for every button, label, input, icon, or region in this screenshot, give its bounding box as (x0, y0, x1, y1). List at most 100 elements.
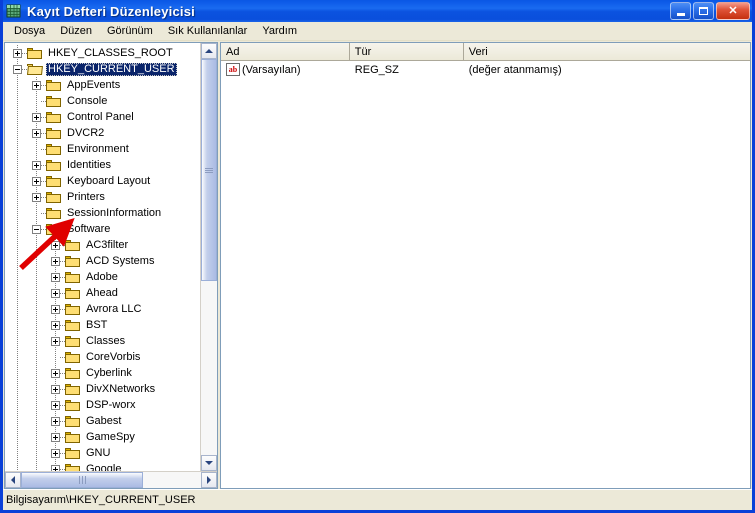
scroll-right-button[interactable] (201, 472, 217, 488)
tree-guide-line (17, 141, 18, 157)
expand-node-button[interactable] (51, 320, 60, 330)
tree-item-avrora-llc[interactable]: Avrora LLC (5, 301, 200, 317)
tree-guide-line (36, 445, 37, 461)
menu-item-help[interactable]: Yardım (255, 24, 305, 38)
menu-item-favorites[interactable]: Sık Kullanılanlar (161, 24, 256, 38)
tree-item-cyberlink[interactable]: Cyberlink (5, 365, 200, 381)
expand-node-button[interactable] (51, 256, 60, 266)
tree-item-divxnetworks[interactable]: DivXNetworks (5, 381, 200, 397)
folder-icon (46, 95, 62, 108)
value-type-cell: REG_SZ (354, 63, 399, 76)
expand-node-button[interactable] (32, 128, 41, 138)
folder-icon (27, 47, 43, 60)
expand-node-button[interactable] (51, 400, 60, 410)
minimize-button[interactable] (670, 2, 691, 20)
collapse-node-button[interactable] (13, 64, 22, 74)
scroll-down-button[interactable] (201, 455, 217, 471)
column-header-type[interactable]: Tür (349, 43, 464, 60)
tree-scroll-area: HKEY_CLASSES_ROOT HKEY_CURRENT_USER AppEve… (5, 43, 217, 471)
tree-item-console[interactable]: Console (5, 93, 200, 109)
tree-vertical-scrollbar[interactable] (200, 43, 217, 471)
expand-node-button[interactable] (51, 464, 60, 471)
tree-item-appevents[interactable]: AppEvents (5, 77, 200, 93)
tree-item-keyboard-layout[interactable]: Keyboard Layout (5, 173, 200, 189)
tree-item-hkey-current-user[interactable]: HKEY_CURRENT_USER (5, 61, 200, 77)
collapse-node-button[interactable] (32, 224, 41, 234)
tree-item-label: CoreVorbis (86, 350, 141, 363)
tree-guide-line (17, 413, 18, 429)
tree-item-gabest[interactable]: Gabest (5, 413, 200, 429)
expand-node-button[interactable] (51, 368, 60, 378)
close-button[interactable]: ✕ (716, 2, 750, 20)
tree-item-printers[interactable]: Printers (5, 189, 200, 205)
menu-item-edit[interactable]: Düzen (53, 24, 100, 38)
tree-item-bst[interactable]: BST (5, 317, 200, 333)
tree-item-acd-systems[interactable]: ACD Systems (5, 253, 200, 269)
tree-item-software[interactable]: Software (5, 221, 200, 237)
open-folder-icon (27, 63, 43, 76)
tree-item-label: SessionInformation (67, 206, 162, 219)
expand-node-button[interactable] (51, 272, 60, 282)
expand-node-button[interactable] (51, 304, 60, 314)
tree-item-dvcr2[interactable]: DVCR2 (5, 125, 200, 141)
tree-item-ahead[interactable]: Ahead (5, 285, 200, 301)
tree-item-corevorbis[interactable]: CoreVorbis (5, 349, 200, 365)
tree-guide-line (17, 93, 18, 109)
column-header-data[interactable]: Veri (463, 43, 750, 60)
hscroll-track[interactable] (21, 472, 201, 488)
values-list[interactable]: ab (Varsayılan) REG_SZ (değer atanmamış) (221, 61, 750, 488)
tree-guide-line (17, 173, 18, 189)
tree-guide-line (17, 237, 18, 253)
expand-node-button[interactable] (13, 48, 22, 58)
title-bar[interactable]: Kayıt Defteri Düzenleyicisi ✕ (3, 0, 752, 22)
tree-item-identities[interactable]: Identities (5, 157, 200, 173)
tree-item-classes[interactable]: Classes (5, 333, 200, 349)
tree-horizontal-scrollbar[interactable] (5, 471, 217, 488)
expand-node-button[interactable] (51, 416, 60, 426)
column-header-name[interactable]: Ad (221, 43, 350, 60)
tree-item-gnu[interactable]: GNU (5, 445, 200, 461)
expand-node-button[interactable] (32, 80, 41, 90)
value-data-cell: (değer atanmamış) (468, 63, 562, 76)
expand-node-button[interactable] (51, 384, 60, 394)
folder-icon (46, 143, 62, 156)
tree-item-environment[interactable]: Environment (5, 141, 200, 157)
tree-item-adobe[interactable]: Adobe (5, 269, 200, 285)
folder-icon (65, 447, 81, 460)
expand-node-button[interactable] (51, 432, 60, 442)
expand-node-button[interactable] (32, 160, 41, 170)
tree-item-dsp-worx[interactable]: DSP-worx (5, 397, 200, 413)
expand-node-button[interactable] (51, 240, 60, 250)
tree-item-ac3filter[interactable]: AC3filter (5, 237, 200, 253)
hscroll-thumb[interactable] (21, 472, 143, 488)
scroll-track[interactable] (201, 59, 217, 455)
tree-item-label: Keyboard Layout (67, 174, 151, 187)
tree-item-hkey-classes-root[interactable]: HKEY_CLASSES_ROOT (5, 45, 200, 61)
expand-node-button[interactable] (51, 336, 60, 346)
tree-item-label: Avrora LLC (86, 302, 142, 315)
scroll-left-button[interactable] (5, 472, 21, 488)
scroll-thumb[interactable] (201, 59, 217, 281)
close-icon: ✕ (728, 4, 738, 17)
expand-node-button[interactable] (51, 448, 60, 458)
table-row[interactable]: ab (Varsayılan) REG_SZ (değer atanmamış) (221, 61, 750, 78)
registry-tree[interactable]: HKEY_CLASSES_ROOT HKEY_CURRENT_USER AppEve… (5, 43, 200, 471)
expand-node-button[interactable] (32, 192, 41, 202)
scroll-up-button[interactable] (201, 43, 217, 59)
folder-icon (65, 399, 81, 412)
values-pane: Ad Tür Veri ab (Varsayılan) REG_SZ (değe… (220, 42, 751, 489)
expand-node-button[interactable] (51, 288, 60, 298)
menu-item-view[interactable]: Görünüm (100, 24, 161, 38)
expand-node-button[interactable] (32, 112, 41, 122)
tree-item-sessioninformation[interactable]: SessionInformation (5, 205, 200, 221)
tree-item-control-panel[interactable]: Control Panel (5, 109, 200, 125)
menu-item-file[interactable]: Dosya (7, 24, 53, 38)
expand-node-button[interactable] (32, 176, 41, 186)
window-controls: ✕ (670, 2, 750, 20)
tree-item-google[interactable]: Google (5, 461, 200, 471)
tree-item-label: Control Panel (67, 110, 134, 123)
tree-item-gamespy[interactable]: GameSpy (5, 429, 200, 445)
maximize-button[interactable] (693, 2, 714, 20)
